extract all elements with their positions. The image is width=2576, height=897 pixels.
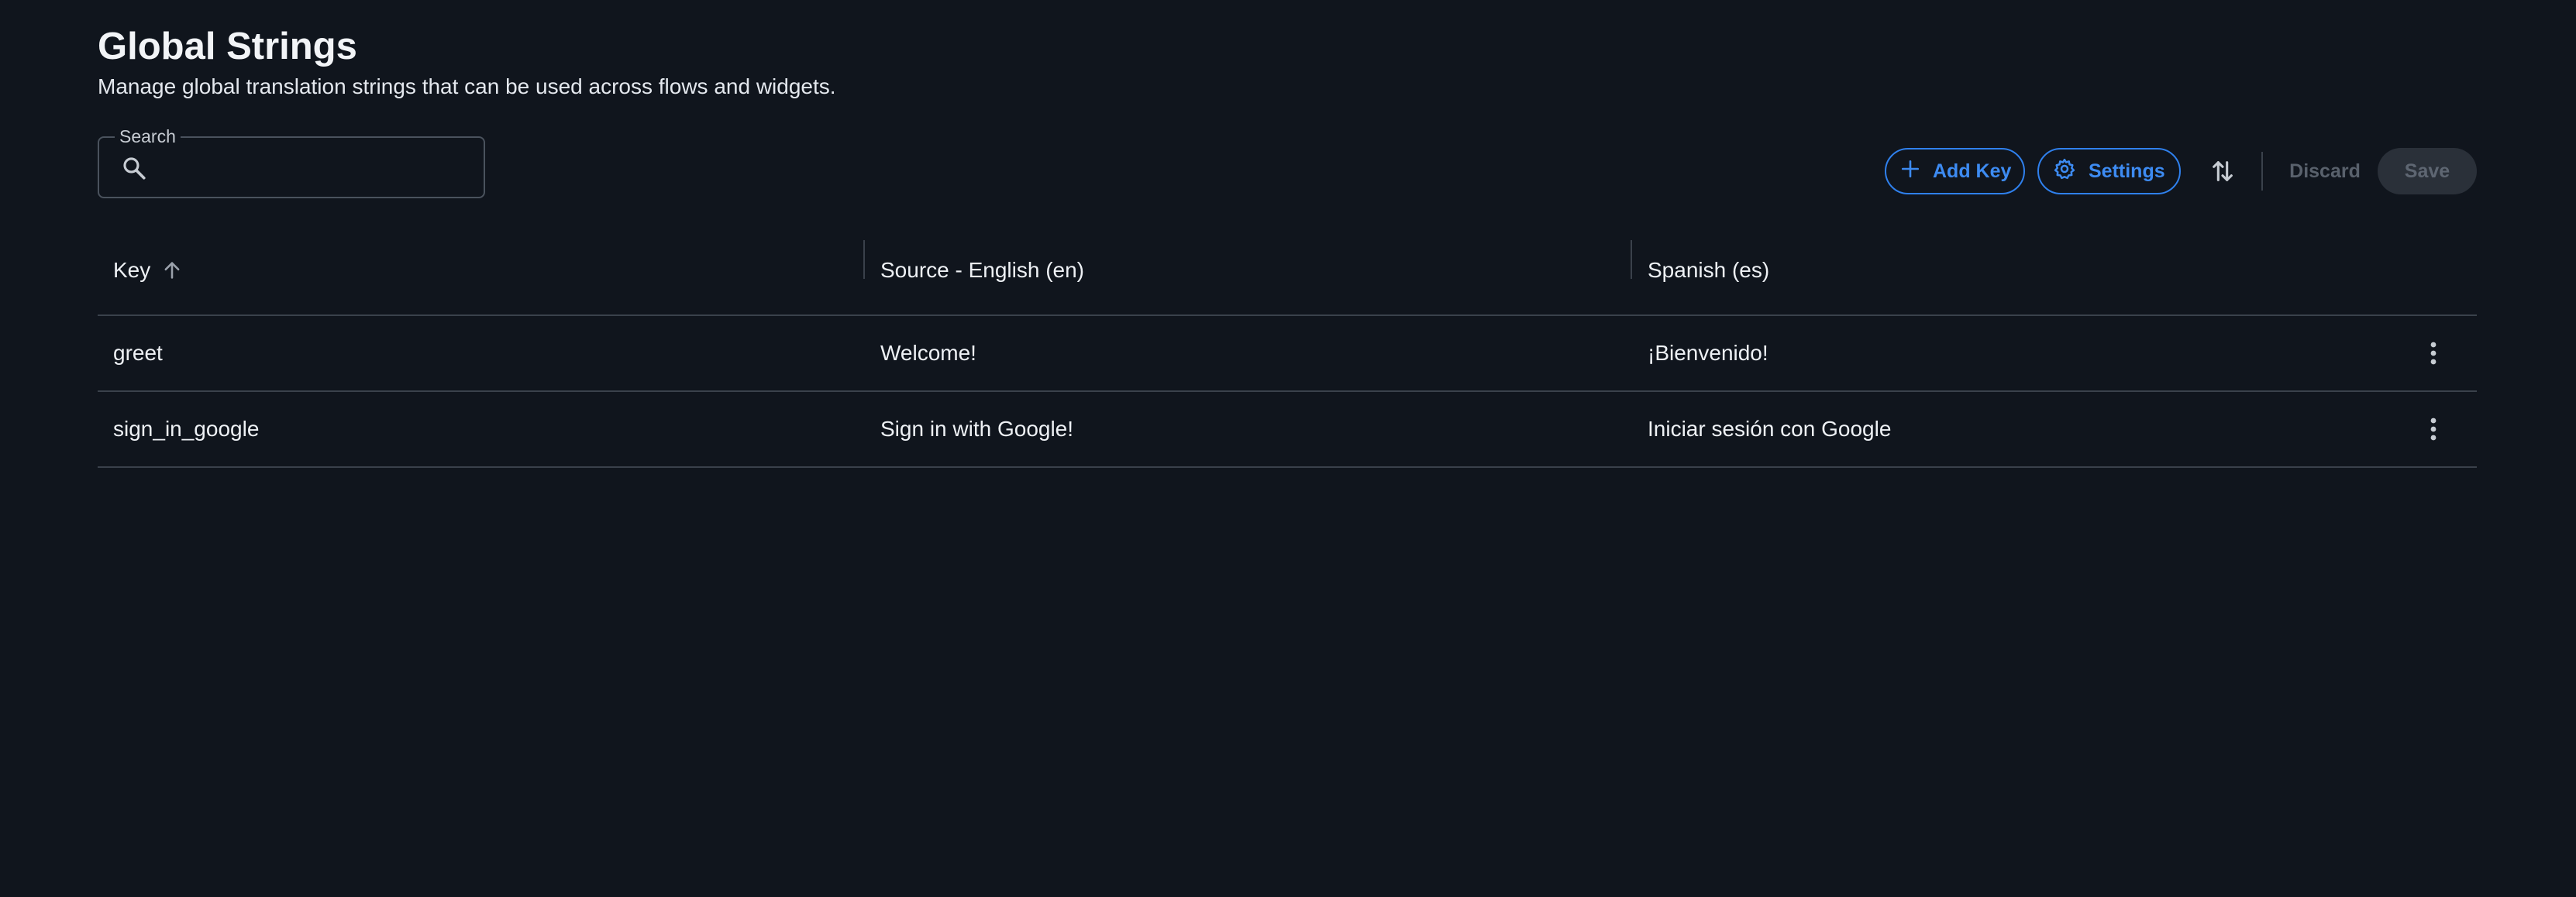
search-icon	[121, 155, 147, 181]
page-subtitle: Manage global translation strings that c…	[98, 74, 836, 98]
cell-spanish[interactable]: ¡Bienvenido!	[1648, 316, 1768, 390]
search-input[interactable]	[158, 147, 471, 189]
discard-button[interactable]: Discard	[2278, 148, 2371, 194]
cell-source[interactable]: Welcome!	[880, 316, 976, 390]
column-header-source[interactable]: Source - English (en)	[880, 226, 1084, 314]
arrow-up-icon	[161, 259, 183, 281]
column-separator[interactable]	[1631, 240, 1632, 279]
table-row[interactable]: greet Welcome! ¡Bienvenido!	[98, 316, 2477, 392]
toolbar: Add Key Settings Discard Save	[1885, 147, 2477, 195]
plus-icon	[1900, 159, 1933, 184]
strings-table: Key Source - English (en) Spanish (es) g…	[98, 226, 2477, 468]
global-strings-page: Global Strings Manage global translation…	[98, 0, 2477, 897]
save-button[interactable]: Save	[2378, 148, 2477, 194]
sort-arrows-icon[interactable]	[2199, 148, 2246, 194]
toolbar-divider	[2261, 152, 2263, 191]
settings-button[interactable]: Settings	[2037, 148, 2181, 194]
page-title: Global Strings	[98, 26, 357, 67]
column-header-spanish[interactable]: Spanish (es)	[1648, 226, 1769, 314]
add-key-label: Add Key	[1933, 160, 2012, 182]
column-header-key[interactable]: Key	[113, 226, 183, 314]
cell-source[interactable]: Sign in with Google!	[880, 392, 1073, 466]
add-key-button[interactable]: Add Key	[1885, 148, 2025, 194]
cell-key: sign_in_google	[113, 417, 260, 441]
table-header: Key Source - English (en) Spanish (es)	[98, 226, 2477, 316]
more-vertical-icon[interactable]	[2418, 414, 2449, 445]
table-row[interactable]: sign_in_google Sign in with Google! Inic…	[98, 392, 2477, 468]
more-vertical-icon[interactable]	[2418, 338, 2449, 369]
column-separator[interactable]	[863, 240, 865, 279]
search-label: Search	[115, 125, 181, 148]
column-header-key-label: Key	[113, 258, 151, 282]
cell-key: greet	[113, 341, 163, 365]
gear-icon	[2053, 157, 2089, 186]
search-field[interactable]: Search	[98, 125, 485, 198]
settings-label: Settings	[2089, 160, 2165, 182]
cell-spanish[interactable]: Iniciar sesión con Google	[1648, 392, 1891, 466]
